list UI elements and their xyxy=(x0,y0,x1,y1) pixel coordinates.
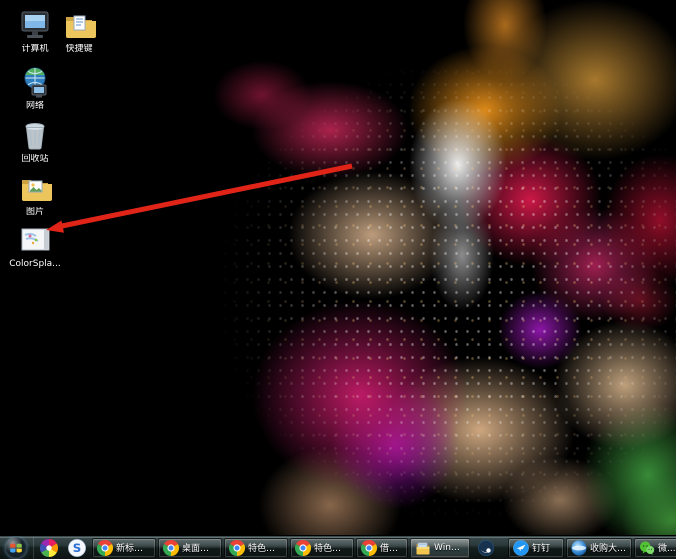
start-button[interactable] xyxy=(5,537,27,559)
desktop-icon-shortcuts[interactable]: 快捷键 xyxy=(50,8,108,54)
task-button-label: 特色桌面主... xyxy=(314,541,349,554)
image-file-icon xyxy=(18,223,52,257)
task-button-label: 桌面动态壁... xyxy=(182,541,217,554)
desktop-icon-recycle-bin[interactable]: 回收站 xyxy=(6,118,64,164)
task-button-label: 新标签页 -... xyxy=(116,541,151,554)
shortcut-folder-icon xyxy=(62,8,96,42)
task-button-label: 钉钉 xyxy=(532,541,550,554)
task-button-label: 特色桌面主... xyxy=(248,541,283,554)
task-dingtalk[interactable]: 钉钉 xyxy=(508,538,564,558)
desktop-icon-label: 回收站 xyxy=(21,154,48,164)
task-button-label: 借条怎么写... xyxy=(380,541,403,554)
task-explorer-windows[interactable]: Windows... xyxy=(410,538,470,558)
chrome-icon xyxy=(97,540,113,556)
desktop-icon-colorsplash[interactable]: ColorSpla... xyxy=(6,223,64,269)
desktop-icon-label: 网络 xyxy=(26,101,44,111)
chrome-icon xyxy=(229,540,245,556)
desktop-icon-network[interactable]: 网络 xyxy=(6,65,64,111)
task-chrome-theme2[interactable]: 特色桌面主... xyxy=(290,538,354,558)
computer-icon xyxy=(18,8,52,42)
chrome-icon xyxy=(163,540,179,556)
task-chrome-jietiao[interactable]: 借条怎么写... xyxy=(356,538,408,558)
taskbar-divider xyxy=(33,537,34,559)
dingtalk-icon xyxy=(513,540,529,556)
task-buttons: 新标签页 -... 桌面动态壁... 特色桌面主... 特色桌面主... 借条怎么写..… xyxy=(92,536,676,559)
task-button-label: Windows... xyxy=(434,543,465,553)
desktop-icon-label: 快捷键 xyxy=(65,44,92,54)
recycle-bin-icon xyxy=(18,118,52,152)
wechat-icon xyxy=(639,540,655,556)
task-button-label: 收购大量教... xyxy=(590,541,627,554)
task-quark[interactable] xyxy=(472,538,506,558)
task-button-label: 微... xyxy=(658,541,676,554)
taskbar: S 新标签页 -... 桌面动态壁... 特色桌面主... 特色桌面主... 借条怎么写… xyxy=(0,535,676,559)
desktop-icon-label: 计算机 xyxy=(21,44,48,54)
desktop-icon-label: ColorSpla... xyxy=(9,259,61,269)
task-chrome-theme1[interactable]: 特色桌面主... xyxy=(224,538,288,558)
svg-text:S: S xyxy=(73,541,82,555)
desktop-icon-area: 计算机 快捷键网络回收站图片 ColorSpla... xyxy=(6,8,146,288)
s-browser-icon[interactable]: S xyxy=(68,539,86,557)
task-blue-globe[interactable]: 收购大量教... xyxy=(566,538,632,558)
network-icon xyxy=(18,65,52,99)
globe-icon xyxy=(571,540,587,556)
pictures-folder-icon xyxy=(18,171,52,205)
desktop-icon-label: 图片 xyxy=(26,207,44,217)
desktop[interactable]: 计算机 快捷键网络回收站图片 ColorSpla... xyxy=(0,0,676,535)
chrome-icon xyxy=(295,540,311,556)
desktop-icon-pictures[interactable]: 图片 xyxy=(6,171,64,217)
quark-icon xyxy=(478,540,494,556)
colorwheel-icon[interactable] xyxy=(40,539,58,557)
pinned-icons: S xyxy=(40,539,86,557)
chrome-icon xyxy=(361,540,377,556)
task-chrome-newtab[interactable]: 新标签页 -... xyxy=(92,538,156,558)
task-chrome-wallpaper[interactable]: 桌面动态壁... xyxy=(158,538,222,558)
screen: 计算机 快捷键网络回收站图片 ColorSpla... S 新标签页 -... 桌面动… xyxy=(0,0,676,559)
explorer-icon xyxy=(415,540,431,556)
task-wechat[interactable]: 微... xyxy=(634,538,676,558)
